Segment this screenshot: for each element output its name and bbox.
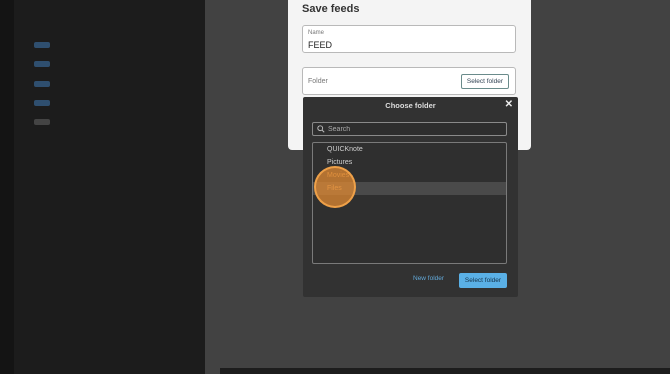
sidebar-blurred-item <box>34 117 214 127</box>
close-icon[interactable]: ✕ <box>505 99 513 110</box>
folder-item-quicknote[interactable]: QUICKnote <box>313 143 506 156</box>
click-highlight-marker <box>314 166 356 208</box>
choose-folder-title: Choose folder <box>385 101 436 110</box>
folder-label: Folder <box>308 78 328 85</box>
dialog-title: Save feeds <box>302 3 360 15</box>
sidebar-blurred-item <box>34 98 214 108</box>
new-folder-button[interactable]: New folder <box>413 275 444 282</box>
sidebar-blurred-item <box>34 59 214 69</box>
folder-field: Folder Select folder <box>302 67 516 95</box>
name-value[interactable]: FEED <box>308 40 332 50</box>
name-field[interactable]: Name FEED <box>302 25 516 53</box>
select-folder-confirm-button[interactable]: Select folder <box>459 273 507 288</box>
background-sidebar-panel <box>14 0 205 374</box>
select-folder-button[interactable]: Select folder <box>460 74 509 89</box>
sidebar-blurred-item <box>34 79 214 89</box>
background-bottom-bar <box>220 368 670 374</box>
sidebar-blurred-item <box>34 40 214 50</box>
name-label: Name <box>308 30 325 36</box>
search-icon <box>317 125 325 133</box>
search-input[interactable] <box>328 124 503 135</box>
search-box[interactable] <box>312 122 507 136</box>
